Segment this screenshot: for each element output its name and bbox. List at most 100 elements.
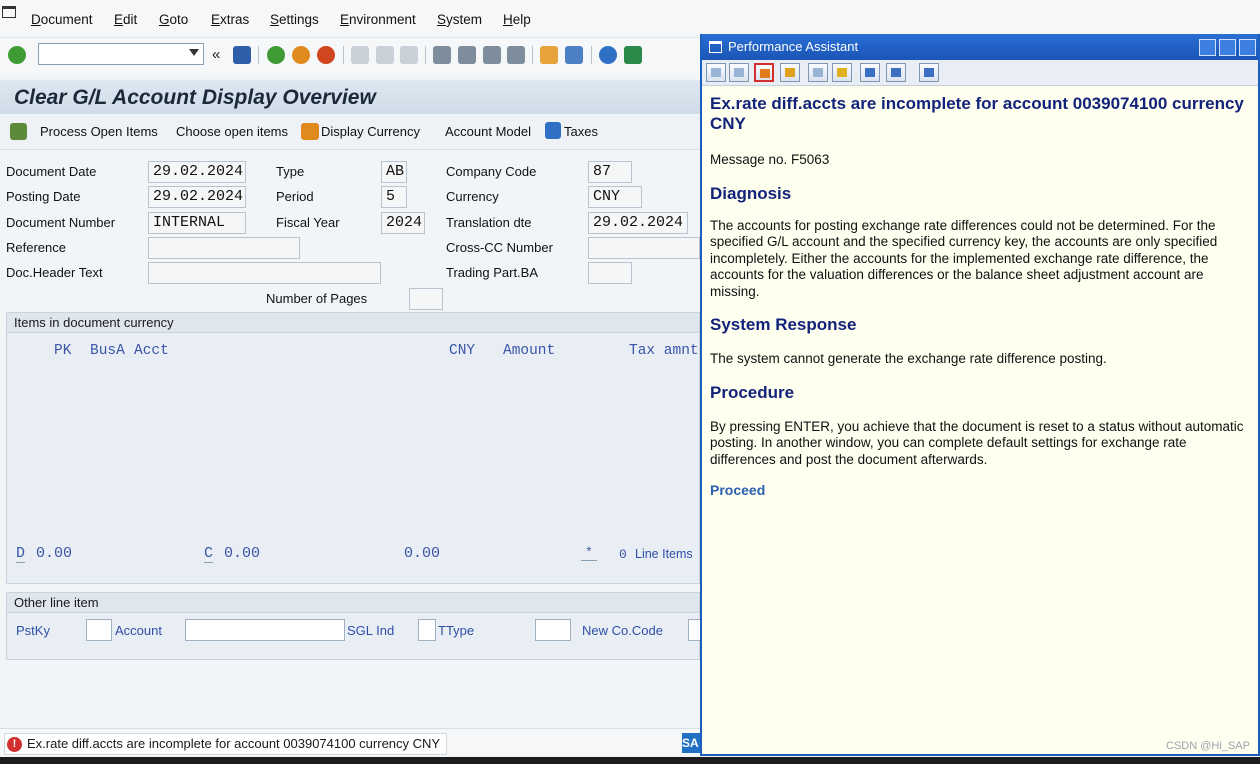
page-title: Clear G/L Account Display Overview: [14, 86, 376, 109]
account-model-button[interactable]: Account Model: [445, 124, 531, 139]
fiscal-year-field[interactable]: 2024: [381, 212, 425, 234]
company-code-field[interactable]: 87: [588, 161, 632, 183]
close-icon[interactable]: [1239, 39, 1256, 56]
posting-key-field[interactable]: [86, 619, 112, 641]
status-message-text: Ex.rate diff.accts are incomplete for ac…: [27, 736, 441, 751]
expand-icon[interactable]: [832, 63, 852, 82]
minimize-icon[interactable]: [1199, 39, 1216, 56]
transaction-type-field[interactable]: [535, 619, 571, 641]
menu-system[interactable]: System: [437, 12, 482, 27]
process-open-items-button[interactable]: Process Open Items: [40, 124, 158, 139]
layout-menu-icon[interactable]: [624, 46, 642, 64]
toolbar-separator: [258, 46, 259, 64]
company-code-label: Company Code: [446, 164, 537, 179]
column-header-pk: PK: [54, 343, 72, 359]
error-icon: !: [7, 737, 22, 752]
print-icon[interactable]: [351, 46, 369, 64]
title-bar: Clear G/L Account Display Overview: [0, 80, 700, 114]
taxes-info-icon: [545, 122, 561, 139]
command-field[interactable]: [38, 43, 204, 65]
find-next-icon[interactable]: [400, 46, 418, 64]
proceed-link[interactable]: Proceed: [710, 482, 1256, 498]
status-bar: ! Ex.rate diff.accts are incomplete for …: [0, 728, 700, 756]
next-page-icon[interactable]: [483, 46, 501, 64]
status-message[interactable]: ! Ex.rate diff.accts are incomplete for …: [4, 733, 448, 755]
taxes-button[interactable]: Taxes: [564, 124, 598, 139]
cross-cc-number-field[interactable]: [588, 237, 700, 259]
technical-info-icon[interactable]: [754, 63, 774, 82]
fiscal-year-label: Fiscal Year: [276, 215, 340, 230]
posting-date-field[interactable]: 29.02.2024: [148, 186, 246, 208]
close-help-icon[interactable]: [919, 63, 939, 82]
collapse-chevrons-icon[interactable]: «: [212, 46, 220, 63]
document-number-label: Document Number: [6, 215, 116, 230]
menu-goto[interactable]: Goto: [159, 12, 188, 27]
performance-assistant-toolbar: [702, 60, 1258, 86]
menu-help[interactable]: Help: [503, 12, 531, 27]
period-field[interactable]: 5: [381, 186, 407, 208]
back-arrow-icon[interactable]: [706, 63, 726, 82]
credit-total: 0.00: [224, 545, 261, 562]
exit-icon[interactable]: [292, 46, 310, 64]
chevron-down-icon[interactable]: [189, 49, 199, 56]
column-header-busa: BusA: [90, 343, 125, 359]
translation-date-label: Translation dte: [446, 215, 532, 230]
document-date-field[interactable]: 29.02.2024: [148, 161, 246, 183]
type-field[interactable]: AB: [381, 161, 407, 183]
doc-header-text-field[interactable]: [148, 262, 381, 284]
special-gl-indicator-field[interactable]: [418, 619, 436, 641]
forward-arrow-icon[interactable]: [729, 63, 749, 82]
help-icon[interactable]: [599, 46, 617, 64]
last-page-icon[interactable]: [507, 46, 525, 64]
menu-settings[interactable]: Settings: [270, 12, 319, 27]
period-label: Period: [276, 189, 314, 204]
watermark: CSDN @Hi_SAP: [1166, 740, 1250, 752]
menu-document[interactable]: Document: [31, 12, 93, 27]
application-toolbar: Process Open Items Choose open items Dis…: [0, 116, 700, 150]
other-line-item-panel: Other line item PstKy Account SGL Ind TT…: [6, 592, 708, 660]
back-icon[interactable]: [267, 46, 285, 64]
performance-assistant-content: Ex.rate diff.accts are incomplete for ac…: [710, 94, 1256, 498]
diagnosis-heading: Diagnosis: [710, 183, 792, 203]
sap-menu-icon[interactable]: [2, 6, 16, 18]
menu-extras[interactable]: Extras: [211, 12, 249, 27]
window-icon: [709, 41, 722, 53]
account-field[interactable]: [185, 619, 345, 641]
long-text-icon[interactable]: [780, 63, 800, 82]
trading-partner-label: Trading Part.BA: [446, 265, 539, 280]
print-icon[interactable]: [886, 63, 906, 82]
document-number-field[interactable]: INTERNAL: [148, 212, 246, 234]
cancel-icon[interactable]: [317, 46, 335, 64]
performance-assistant-titlebar[interactable]: Performance Assistant: [702, 34, 1258, 60]
choose-open-items-button[interactable]: Choose open items: [176, 124, 288, 139]
toolbar-separator: [343, 46, 344, 64]
menu-edit[interactable]: Edit: [114, 12, 137, 27]
enter-checkmark-icon[interactable]: [8, 46, 26, 64]
process-open-items-icon: [10, 123, 27, 140]
menu-environment[interactable]: Environment: [340, 12, 416, 27]
procedure-heading: Procedure: [710, 382, 795, 402]
currency-field[interactable]: CNY: [588, 186, 642, 208]
translation-date-field[interactable]: 29.02.2024: [588, 212, 688, 234]
trading-partner-field[interactable]: [588, 262, 632, 284]
window-layout-icon[interactable]: [860, 63, 880, 82]
doc-header-text-label: Doc.Header Text: [6, 265, 103, 280]
column-header-tax-amount: Tax amnt: [629, 343, 699, 359]
shortcut-icon[interactable]: [565, 46, 583, 64]
number-of-pages-field[interactable]: [409, 288, 443, 310]
line-items-label: Line Items: [635, 547, 693, 561]
save-icon[interactable]: [233, 46, 251, 64]
previous-page-icon[interactable]: [458, 46, 476, 64]
maximize-icon[interactable]: [1219, 39, 1236, 56]
create-session-icon[interactable]: [540, 46, 558, 64]
edit-icon[interactable]: [808, 63, 828, 82]
reference-field[interactable]: [148, 237, 300, 259]
posting-key-label: PstKy: [16, 623, 50, 638]
menu-bar: Document Edit Goto Extras Settings Envir…: [0, 0, 1260, 38]
performance-assistant-window: Performance Assistant Ex.rate diff.accts…: [700, 34, 1260, 756]
document-date-label: Document Date: [6, 164, 97, 179]
find-icon[interactable]: [376, 46, 394, 64]
first-page-icon[interactable]: [433, 46, 451, 64]
display-currency-button[interactable]: Display Currency: [321, 124, 420, 139]
sap-logo: SA: [682, 733, 700, 753]
